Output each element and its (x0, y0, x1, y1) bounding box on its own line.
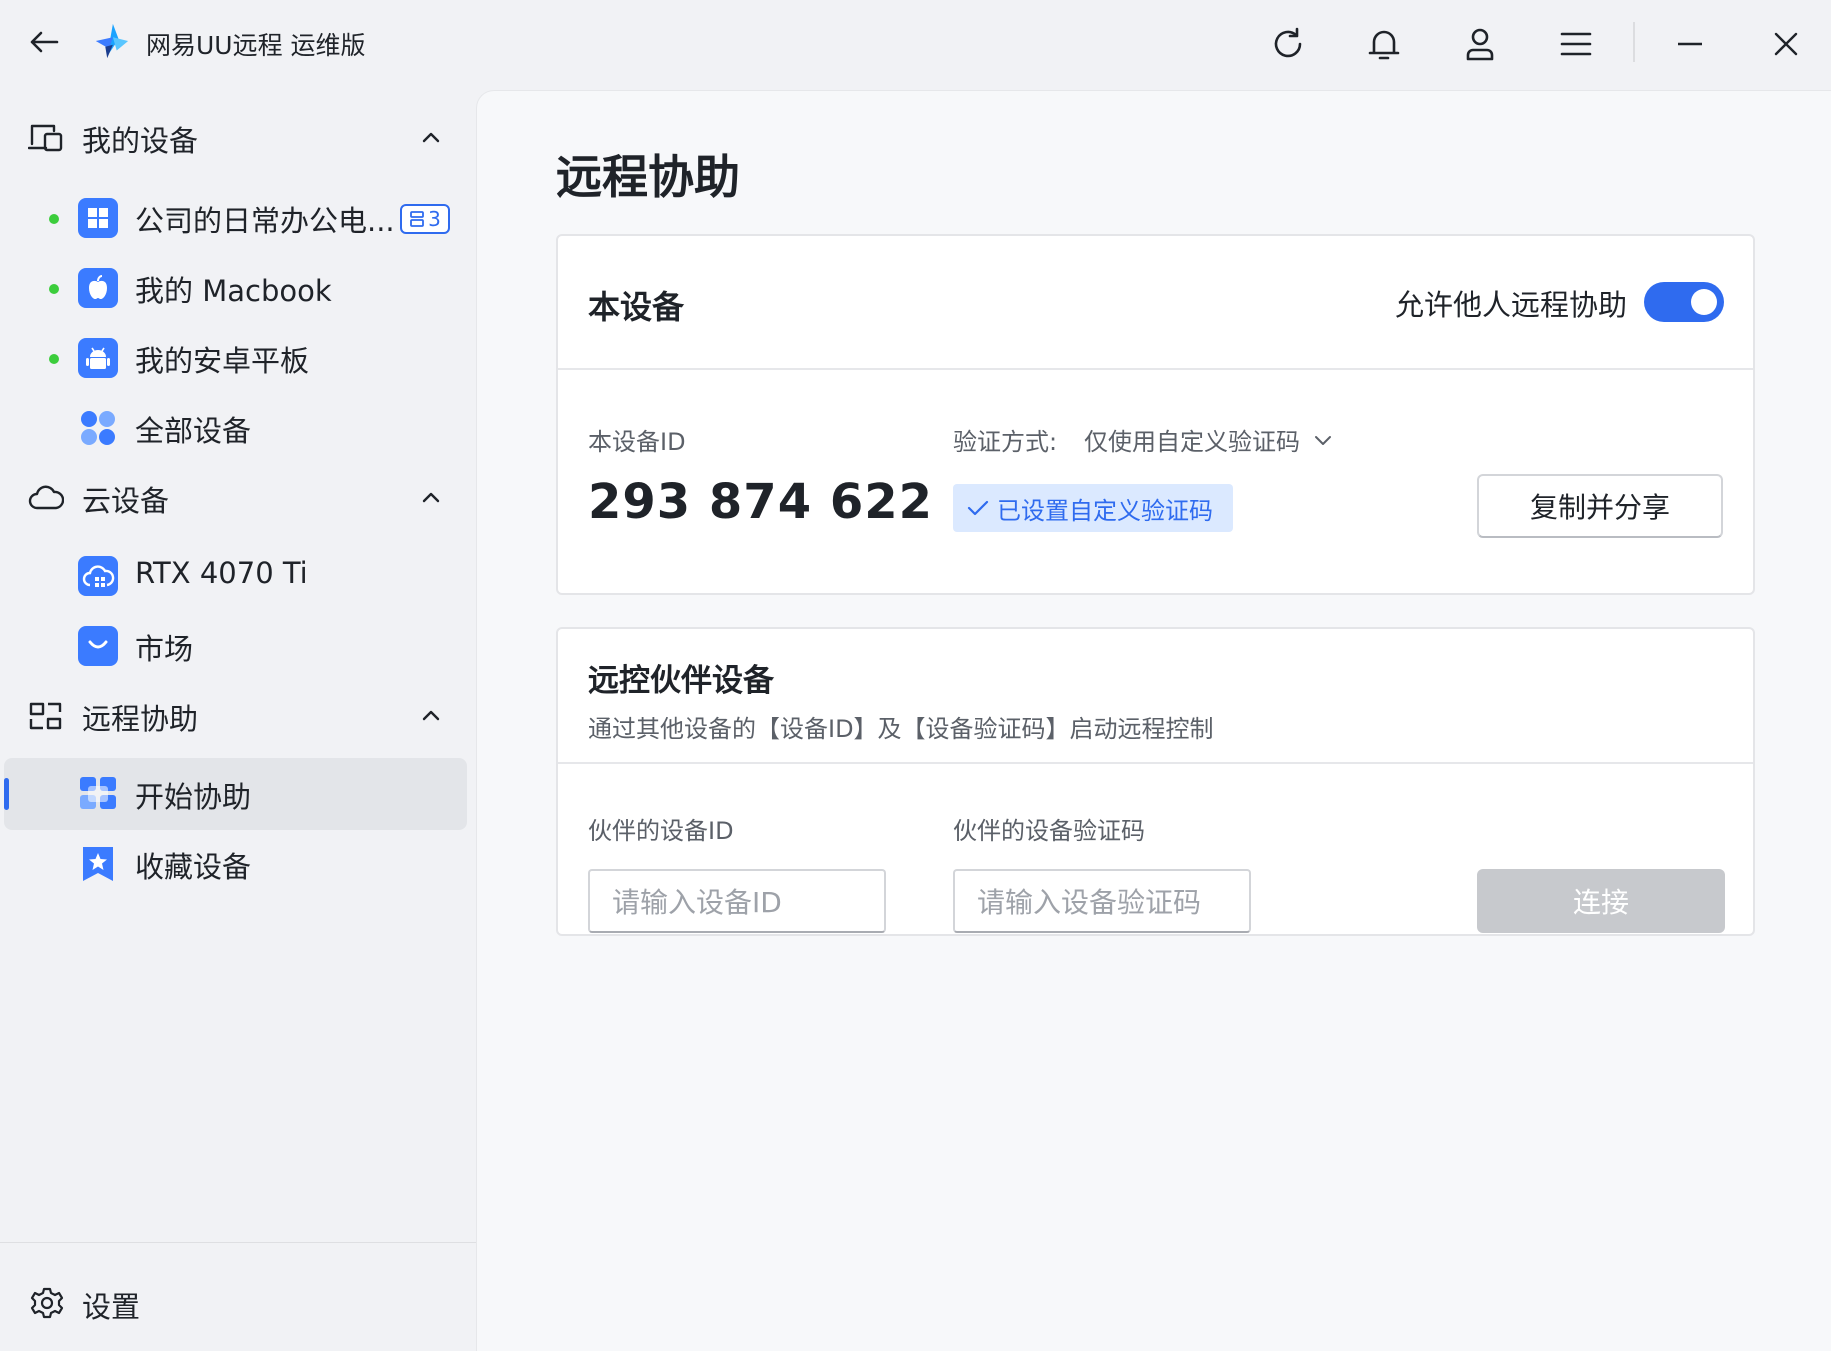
partner-code-input[interactable]: 请输入设备验证码 (953, 869, 1251, 933)
refresh-button[interactable] (1266, 22, 1310, 66)
card-divider (558, 762, 1753, 764)
online-status-dot (49, 284, 59, 294)
partner-device-card: 远控伙伴设备 通过其他设备的【设备ID】及【设备验证码】启动远程控制 伙伴的设备… (556, 627, 1755, 936)
connect-button[interactable]: 连接 (1477, 869, 1725, 933)
title-bar: 网易UU远程 运维版 (0, 0, 1831, 88)
android-icon (78, 338, 118, 378)
close-icon (1774, 32, 1798, 56)
device-id-value: 293 874 622 (588, 474, 934, 530)
chevron-up-icon (422, 132, 440, 143)
gear-icon (30, 1287, 64, 1319)
sidebar-group-label: 云设备 (82, 484, 170, 518)
card-title: 本设备 (588, 288, 685, 326)
menu-icon (1560, 32, 1592, 56)
sidebar-divider (0, 1242, 476, 1243)
verify-status-tag: 已设置自定义验证码 (953, 484, 1233, 532)
sidebar-item-label: 收藏设备 (135, 850, 252, 884)
sidebar-item-label: 全部设备 (135, 414, 252, 448)
close-button[interactable] (1764, 22, 1808, 66)
app-logo-icon (95, 23, 129, 59)
card-divider (558, 368, 1753, 370)
toggle-knob (1691, 289, 1717, 315)
market-bag-icon (78, 626, 118, 666)
sidebar-item-rtx-4070-ti[interactable]: RTX 4070 Ti (4, 540, 467, 612)
app-title: 网易UU远程 运维版 (146, 31, 366, 60)
titlebar-divider (1633, 22, 1635, 62)
minimize-button[interactable] (1668, 22, 1712, 66)
online-status-dot (49, 354, 59, 364)
device-id-label: 本设备ID (588, 428, 686, 456)
sidebar-item-label: 开始协助 (135, 780, 252, 814)
cloud-computer-icon (78, 556, 118, 596)
card-subtitle: 通过其他设备的【设备ID】及【设备验证码】启动远程控制 (588, 715, 1214, 743)
sidebar-item-label: RTX 4070 Ti (135, 556, 308, 590)
chevron-down-icon (1315, 435, 1331, 445)
settings-label: 设置 (82, 1290, 141, 1324)
chevron-up-icon (422, 710, 440, 721)
sidebar-item-android-tablet[interactable]: 我的安卓平板 (4, 322, 467, 394)
sidebar-item-label: 我的安卓平板 (135, 344, 310, 378)
favorite-icon (83, 847, 113, 881)
screens-icon (410, 211, 425, 227)
verify-method-value: 仅使用自定义验证码 (1084, 428, 1300, 456)
sidebar-item-label: 我的 Macbook (135, 274, 332, 308)
partner-id-input[interactable]: 请输入设备ID (588, 869, 886, 933)
partner-id-label: 伙伴的设备ID (588, 817, 734, 845)
sidebar-group-my-devices[interactable]: 我的设备 (0, 102, 476, 172)
back-button[interactable] (24, 22, 64, 62)
bell-icon (1368, 30, 1400, 60)
sidebar-item-start-assist[interactable]: 开始协助 (4, 758, 467, 830)
back-arrow-icon (30, 31, 59, 53)
user-icon (1466, 28, 1494, 61)
refresh-icon (1274, 27, 1302, 58)
copy-share-button[interactable]: 复制并分享 (1477, 474, 1723, 538)
sidebar-item-label: 公司的日常办公电... (135, 204, 395, 238)
minimize-icon (1678, 42, 1702, 46)
remote-assist-icon (29, 702, 62, 730)
sidebar-item-office-pc[interactable]: 公司的日常办公电... 3 (4, 182, 467, 254)
this-device-card: 本设备 允许他人远程协助 本设备ID 293 874 622 验证方式: 仅使用… (556, 234, 1755, 595)
screen-count-badge: 3 (400, 204, 450, 234)
all-devices-icon (81, 411, 115, 445)
partner-code-label: 伙伴的设备验证码 (953, 817, 1145, 845)
verify-method-label: 验证方式: (953, 428, 1058, 456)
check-icon (967, 500, 989, 516)
verify-status-text: 已设置自定义验证码 (997, 496, 1213, 525)
page-title: 远程协助 (556, 150, 740, 204)
apple-icon (78, 268, 118, 308)
screen-count: 3 (428, 207, 441, 231)
sidebar-group-remote-assist[interactable]: 远程协助 (0, 680, 476, 750)
main-content: 远程协助 本设备 允许他人远程协助 本设备ID 293 874 622 验证方式… (476, 90, 1831, 1351)
verify-method-select[interactable]: 仅使用自定义验证码 (1084, 422, 1332, 457)
sidebar-group-cloud-devices[interactable]: 云设备 (0, 462, 476, 532)
sidebar-item-favorite-devices[interactable]: 收藏设备 (4, 828, 467, 900)
devices-icon (28, 124, 63, 152)
card-title: 远控伙伴设备 (588, 663, 774, 699)
sidebar-group-label: 远程协助 (82, 702, 199, 736)
start-assist-icon (80, 777, 116, 809)
windows-icon (78, 198, 118, 238)
cloud-icon (28, 485, 64, 510)
notifications-button[interactable] (1362, 22, 1406, 66)
selection-indicator (4, 778, 9, 810)
main-menu-button[interactable] (1554, 22, 1598, 66)
online-status-dot (49, 214, 59, 224)
chevron-up-icon (422, 492, 440, 503)
sidebar-item-all-devices[interactable]: 全部设备 (4, 392, 467, 464)
allow-assist-label: 允许他人远程协助 (1395, 288, 1628, 322)
settings-button[interactable]: 设置 (0, 1274, 476, 1334)
sidebar-item-market[interactable]: 市场 (4, 610, 467, 682)
sidebar: 我的设备 公司的日常办公电... 3 我的 Macbook 我的安卓平板 全部设… (0, 88, 476, 1351)
sidebar-item-macbook[interactable]: 我的 Macbook (4, 252, 467, 324)
account-button[interactable] (1458, 22, 1502, 66)
allow-assist-toggle[interactable] (1644, 282, 1724, 322)
sidebar-group-label: 我的设备 (82, 124, 199, 158)
sidebar-item-label: 市场 (135, 632, 194, 666)
